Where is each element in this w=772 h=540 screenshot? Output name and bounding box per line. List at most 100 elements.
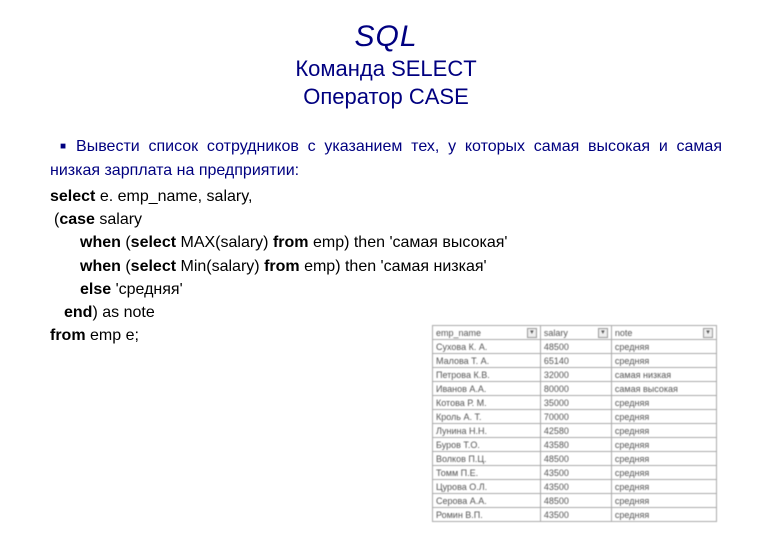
table-cell: Томм П.Е.	[433, 466, 541, 480]
table-cell: 43500	[540, 508, 611, 522]
table-row: Буров Т.О.43580средняя	[433, 438, 717, 452]
table-cell: 43500	[540, 466, 611, 480]
result-table: emp_name▾ salary▾ note▾ Сухова К. А.4850…	[432, 325, 717, 522]
table-header-salary: salary ▾	[540, 326, 611, 340]
table-cell: 35000	[540, 396, 611, 410]
code-text: emp) then 'самая низкая'	[300, 258, 487, 275]
task-description: ■Вывести список сотрудников с указанием …	[50, 135, 722, 183]
table-cell: средняя	[611, 410, 716, 424]
table-cell: самая высокая	[611, 382, 716, 396]
slide-content: ■Вывести список сотрудников с указанием …	[50, 135, 722, 347]
table-header-empname: emp_name ▾	[433, 326, 541, 340]
filter-icon: ▾	[598, 328, 608, 338]
table-cell: Кроль А. Т.	[433, 410, 541, 424]
table-row: Малова Т. А.65140средняя	[433, 354, 717, 368]
table-cell: самая низкая	[611, 368, 716, 382]
code-text: e. emp_name, salary,	[95, 188, 252, 205]
table-row: Лунина Н.Н.42580средняя	[433, 424, 717, 438]
code-text: ) as note	[92, 304, 154, 321]
code-line-2: (case salary	[50, 208, 722, 231]
table-cell: 65140	[540, 354, 611, 368]
code-line-6: end) as note	[50, 301, 722, 324]
kw-end: end	[64, 304, 92, 321]
result-table-container: emp_name▾ salary▾ note▾ Сухова К. А.4850…	[432, 325, 717, 522]
kw-select: select	[131, 234, 176, 251]
header-label: emp_name	[436, 328, 481, 338]
code-line-3: when (select MAX(salary) from emp) then …	[50, 231, 722, 254]
header-label: note	[615, 328, 633, 338]
table-cell: средняя	[611, 452, 716, 466]
table-cell: Иванов А.А.	[433, 382, 541, 396]
table-cell: Цурова О.Л.	[433, 480, 541, 494]
task-text: Вывести список сотрудников с указанием т…	[50, 138, 722, 179]
table-row: Цурова О.Л.43500средняя	[433, 480, 717, 494]
table-cell: 43500	[540, 480, 611, 494]
filter-icon: ▾	[527, 328, 537, 338]
table-cell: Серова А.А.	[433, 494, 541, 508]
kw-when: when	[80, 234, 121, 251]
kw-from: from	[273, 234, 309, 251]
slide-title: SQL Команда SELECT Оператор CASE	[50, 20, 722, 110]
table-cell: средняя	[611, 340, 716, 354]
header-label: salary	[544, 328, 568, 338]
table-row: Петрова К.В.32000самая низкая	[433, 368, 717, 382]
code-text: 'средняя'	[111, 281, 183, 298]
code-line-1: select e. emp_name, salary,	[50, 185, 722, 208]
title-case: Оператор CASE	[50, 84, 722, 110]
code-text: Min(salary)	[176, 258, 264, 275]
table-cell: 43580	[540, 438, 611, 452]
code-text: (	[121, 234, 131, 251]
table-cell: 70000	[540, 410, 611, 424]
code-text: emp e;	[86, 327, 139, 344]
table-cell: 48500	[540, 340, 611, 354]
code-text: MAX(salary)	[176, 234, 273, 251]
table-cell: средняя	[611, 480, 716, 494]
filter-icon: ▾	[703, 328, 713, 338]
table-cell: Малова Т. А.	[433, 354, 541, 368]
table-cell: средняя	[611, 438, 716, 452]
table-cell: средняя	[611, 494, 716, 508]
kw-from: from	[264, 258, 300, 275]
table-row: Серова А.А.48500средняя	[433, 494, 717, 508]
code-text: salary	[95, 211, 142, 228]
kw-case: case	[59, 211, 95, 228]
kw-select: select	[50, 188, 95, 205]
table-cell: средняя	[611, 466, 716, 480]
table-row: Томм П.Е.43500средняя	[433, 466, 717, 480]
code-line-4: when (select Min(salary) from emp) then …	[50, 255, 722, 278]
table-cell: Лунина Н.Н.	[433, 424, 541, 438]
title-sql: SQL	[50, 20, 722, 54]
table-cell: Сухова К. А.	[433, 340, 541, 354]
table-header-row: emp_name ▾ salary ▾ note ▾	[433, 326, 717, 340]
table-row: Кроль А. Т.70000средняя	[433, 410, 717, 424]
table-row: Котова Р. М.35000средняя	[433, 396, 717, 410]
title-select: Команда SELECT	[50, 56, 722, 82]
table-cell: 42580	[540, 424, 611, 438]
code-line-5: else 'средняя'	[50, 278, 722, 301]
table-row: Ромин В.П.43500средняя	[433, 508, 717, 522]
code-text: emp) then 'самая высокая'	[309, 234, 508, 251]
table-row: Сухова К. А.48500средняя	[433, 340, 717, 354]
table-cell: Ромин В.П.	[433, 508, 541, 522]
table-cell: средняя	[611, 396, 716, 410]
bullet-icon: ■	[60, 139, 66, 154]
table-header-note: note ▾	[611, 326, 716, 340]
table-cell: средняя	[611, 508, 716, 522]
table-cell: Котова Р. М.	[433, 396, 541, 410]
table-cell: 48500	[540, 494, 611, 508]
table-cell: 32000	[540, 368, 611, 382]
kw-select: select	[131, 258, 176, 275]
kw-from: from	[50, 327, 86, 344]
table-cell: 80000	[540, 382, 611, 396]
table-cell: Петрова К.В.	[433, 368, 541, 382]
code-text: (	[121, 258, 131, 275]
table-cell: 48500	[540, 452, 611, 466]
table-cell: средняя	[611, 354, 716, 368]
table-cell: средняя	[611, 424, 716, 438]
table-row: Иванов А.А.80000самая высокая	[433, 382, 717, 396]
table-row: Волков П.Ц.48500средняя	[433, 452, 717, 466]
kw-else: else	[80, 281, 111, 298]
table-cell: Буров Т.О.	[433, 438, 541, 452]
kw-when: when	[80, 258, 121, 275]
table-cell: Волков П.Ц.	[433, 452, 541, 466]
